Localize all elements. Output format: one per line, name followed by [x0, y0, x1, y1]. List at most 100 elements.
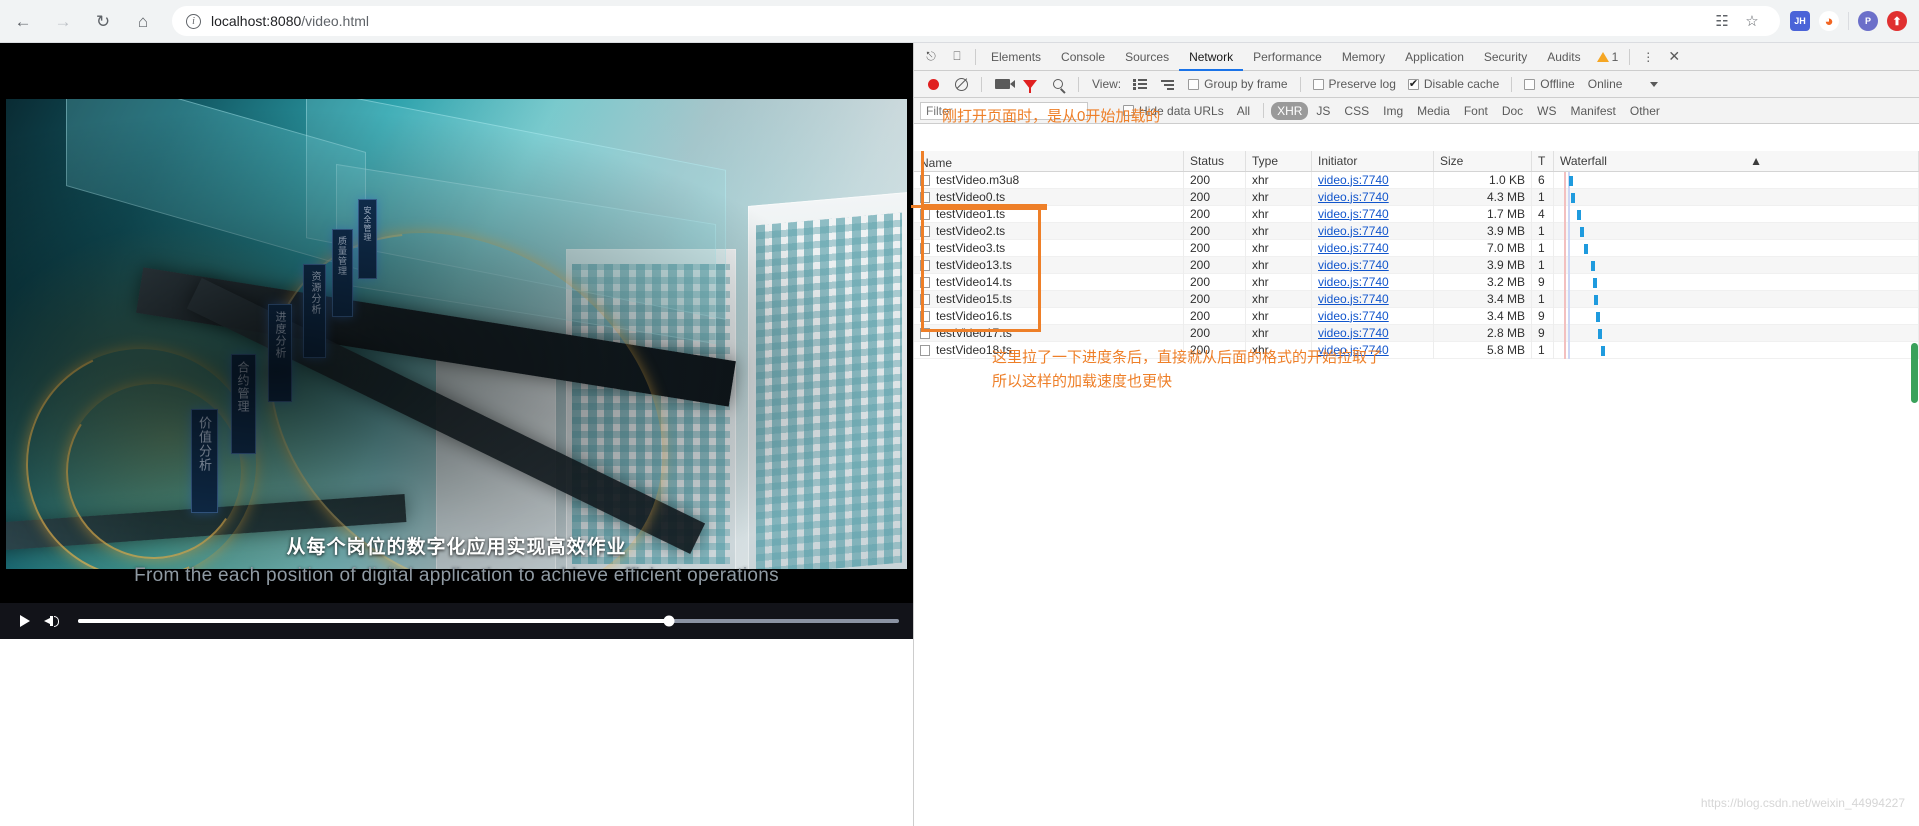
column-header-waterfall[interactable]: Waterfall ▲ [1554, 151, 1919, 171]
initiator-link[interactable]: video.js:7740 [1318, 292, 1389, 306]
filter-type-js[interactable]: JS [1310, 102, 1336, 120]
initiator-link[interactable]: video.js:7740 [1318, 258, 1389, 272]
filter-type-doc[interactable]: Doc [1496, 102, 1529, 120]
initiator-link[interactable]: video.js:7740 [1318, 343, 1389, 357]
throttling-value[interactable]: Online [1588, 77, 1623, 91]
column-header-type[interactable]: Type [1246, 151, 1312, 171]
profile-avatar[interactable]: P [1858, 11, 1878, 31]
column-header-initiator[interactable]: Initiator [1312, 151, 1434, 171]
inspect-element-icon[interactable]: ⎋ [918, 45, 944, 69]
search-icon[interactable] [1045, 72, 1071, 96]
filter-type-media[interactable]: Media [1411, 102, 1456, 120]
device-toolbar-icon[interactable]: ⎕ [944, 45, 970, 69]
tab-performance[interactable]: Performance [1243, 43, 1332, 71]
list-view-icon[interactable] [1127, 72, 1153, 96]
volume-icon[interactable] [38, 608, 64, 634]
sort-asc-icon[interactable]: ▲ [1750, 154, 1762, 168]
tab-elements[interactable]: Elements [981, 43, 1051, 71]
video-player[interactable]: 价值分析 合约管理 进度分析 资源分析 质量管理 安全管理 从每个岗位的数字化应… [0, 43, 913, 639]
filter-type-ws[interactable]: WS [1531, 102, 1562, 120]
initiator-link[interactable]: video.js:7740 [1318, 309, 1389, 323]
progress-bar[interactable] [78, 615, 899, 627]
translate-icon[interactable]: ☷ [1708, 7, 1736, 35]
network-scrollbar[interactable] [1911, 343, 1918, 403]
initiator-link[interactable]: video.js:7740 [1318, 207, 1389, 221]
funnel-icon[interactable] [1017, 72, 1043, 96]
filter-type-all[interactable]: All [1231, 102, 1256, 120]
warning-badge[interactable]: 1 [1591, 50, 1625, 64]
filter-input[interactable] [920, 101, 1088, 120]
clear-icon[interactable] [948, 72, 974, 96]
hide-data-urls-checkbox[interactable]: Hide data URLs [1123, 104, 1224, 118]
tab-security[interactable]: Security [1474, 43, 1537, 71]
toolbar-divider [1299, 76, 1301, 92]
home-icon[interactable]: ⌂ [126, 4, 160, 38]
reload-icon[interactable]: ↻ [86, 4, 120, 38]
filter-type-manifest[interactable]: Manifest [1565, 102, 1622, 120]
close-icon[interactable]: ✕ [1661, 45, 1687, 69]
record-button[interactable] [920, 72, 946, 96]
filter-type-xhr[interactable]: XHR [1271, 101, 1309, 120]
initiator-link[interactable]: video.js:7740 [1318, 241, 1389, 255]
column-header-size[interactable]: Size [1434, 151, 1532, 171]
tab-network[interactable]: Network [1179, 43, 1243, 71]
initiator-link[interactable]: video.js:7740 [1318, 173, 1389, 187]
table-row[interactable]: testVideo1.ts 200 xhr video.js:7740 1.7 MB 4 [914, 205, 1919, 223]
waterfall-view-icon[interactable] [1155, 72, 1181, 96]
table-row[interactable]: testVideo17.ts 200 xhr video.js:7740 2.8 MB 9 [914, 324, 1919, 342]
filter-type-other[interactable]: Other [1624, 102, 1666, 120]
chevron-down-icon[interactable] [1650, 81, 1659, 87]
cell-type: xhr [1246, 290, 1312, 308]
omnibox-actions: ☷ ☆ [1708, 7, 1766, 35]
cell-name: testVideo15.ts [914, 290, 1184, 308]
table-row[interactable]: testVideo16.ts 200 xhr video.js:7740 3.4 MB 9 [914, 307, 1919, 325]
play-icon[interactable] [12, 608, 38, 634]
more-vertical-icon[interactable]: ⋮ [1635, 45, 1661, 69]
table-row[interactable]: testVideo13.ts 200 xhr video.js:7740 3.9 MB 1 [914, 256, 1919, 274]
cell-waterfall [1554, 290, 1919, 308]
offline-checkbox[interactable]: Offline [1524, 77, 1575, 91]
flame-extension-icon[interactable]: ◕ [1819, 11, 1839, 31]
column-header-name[interactable]: Name [914, 151, 1184, 171]
tab-audits[interactable]: Audits [1537, 43, 1590, 71]
filter-type-css[interactable]: CSS [1338, 102, 1375, 120]
site-info-icon[interactable]: i [186, 13, 201, 29]
cell-initiator: video.js:7740 [1312, 222, 1434, 240]
disable-cache-checkbox[interactable]: Disable cache [1407, 77, 1499, 91]
table-row[interactable]: testVideo15.ts 200 xhr video.js:7740 3.4 MB 1 [914, 290, 1919, 308]
waterfall-load-marker [1568, 290, 1570, 308]
column-header-time[interactable]: T [1532, 151, 1554, 171]
progress-handle[interactable] [663, 615, 675, 627]
initiator-link[interactable]: video.js:7740 [1318, 190, 1389, 204]
forward-arrow-icon[interactable]: → [46, 4, 80, 38]
table-row[interactable]: testVideo2.ts 200 xhr video.js:7740 3.9 MB 1 [914, 222, 1919, 240]
upload-extension-icon[interactable]: ⬆ [1887, 11, 1907, 31]
group-by-frame-checkbox[interactable]: Group by frame [1188, 77, 1288, 91]
tab-console[interactable]: Console [1051, 43, 1115, 71]
initiator-link[interactable]: video.js:7740 [1318, 326, 1389, 340]
tab-application[interactable]: Application [1395, 43, 1474, 71]
preserve-log-checkbox[interactable]: Preserve log [1312, 77, 1396, 91]
table-row[interactable]: testVideo18.ts 200 xhr video.js:7740 5.8 MB 1 [914, 341, 1919, 359]
filter-type-img[interactable]: Img [1377, 102, 1409, 120]
table-row[interactable]: testVideo14.ts 200 xhr video.js:7740 3.2 MB 9 [914, 273, 1919, 291]
tab-sources[interactable]: Sources [1115, 43, 1179, 71]
tab-memory[interactable]: Memory [1332, 43, 1395, 71]
table-row[interactable]: testVideo.m3u8 200 xhr video.js:7740 1.0 KB 6 [914, 171, 1919, 189]
address-bar[interactable]: i localhost:8080/video.html ☷ ☆ [172, 6, 1780, 36]
table-row[interactable]: testVideo3.ts 200 xhr video.js:7740 7.0 MB 1 [914, 239, 1919, 257]
column-header-status[interactable]: Status [1184, 151, 1246, 171]
table-row[interactable]: testVideo0.ts 200 xhr video.js:7740 4.3 MB 1 [914, 188, 1919, 206]
group-by-frame-label: Group by frame [1204, 77, 1288, 91]
cell-name: testVideo17.ts [914, 324, 1184, 342]
camera-icon[interactable] [989, 72, 1015, 96]
back-arrow-icon[interactable]: ← [6, 4, 40, 38]
filter-type-font[interactable]: Font [1458, 102, 1494, 120]
initiator-link[interactable]: video.js:7740 [1318, 275, 1389, 289]
star-icon[interactable]: ☆ [1738, 7, 1766, 35]
cell-type: xhr [1246, 188, 1312, 206]
cell-waterfall [1554, 239, 1919, 257]
jh-extension-icon[interactable]: JH [1790, 11, 1810, 31]
waterfall-bar [1584, 243, 1588, 254]
initiator-link[interactable]: video.js:7740 [1318, 224, 1389, 238]
